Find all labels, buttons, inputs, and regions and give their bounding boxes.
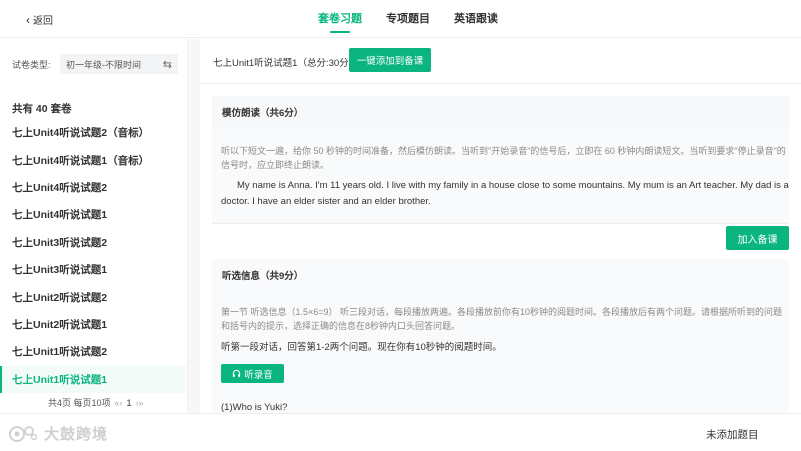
paper-list-item-active[interactable]: 七上Unit1听说试题1 xyxy=(0,365,186,393)
add-all-to-lesson-button[interactable]: 一键添加到备课 xyxy=(349,48,431,72)
prev-page-button[interactable]: «‹ xyxy=(115,398,123,408)
bottom-bar: 大鼓跨境 未添加题目 xyxy=(0,413,801,451)
next-page-button[interactable]: ›» xyxy=(136,398,144,408)
divider xyxy=(200,83,801,84)
section-title: 模仿朗读（共6分） xyxy=(212,96,789,128)
play-audio-button[interactable]: 听录音 xyxy=(221,364,284,383)
paper-title: 七上Unit1听说试题1（总分:30分） xyxy=(213,58,359,69)
paper-detail: 七上Unit1听说试题1（总分:30分） 一键添加到备课 模仿朗读（共6分） 听… xyxy=(200,39,801,413)
watermark-logo-icon xyxy=(9,425,38,442)
paper-list-item[interactable]: 七上Unit4听说试题1 xyxy=(0,201,186,228)
page-number-current[interactable]: 1 xyxy=(127,398,132,408)
paper-type-select[interactable]: 初一年级-不限时间 ⇆ xyxy=(60,54,178,74)
question-intro: 听第一段对话，回答第1-2两个问题。现在你有10秒钟的阅题时间。 xyxy=(221,342,502,353)
tab-special-topics[interactable]: 专项题目 xyxy=(386,10,430,30)
filter-value: 初一年级-不限时间 xyxy=(66,59,141,70)
back-button[interactable]: ‹ 返回 xyxy=(26,12,53,28)
paper-count: 共有 40 套卷 xyxy=(12,103,72,115)
reading-passage: My name is Anna. I'm 11 years old. I liv… xyxy=(221,180,789,207)
pagination: 共4页 每页10项 «‹ 1 ›» xyxy=(48,396,144,409)
section-instruction: 听以下短文一遍，给你 50 秒钟的时间准备，然后模仿朗读。当听到"开始录音"的信… xyxy=(221,146,786,170)
panel-divider xyxy=(188,39,200,413)
paper-list-item[interactable]: 七上Unit4听说试题1（音标） xyxy=(0,146,186,173)
section-instruction: 第一节 听选信息（1.5×6=9） 听三段对话，每段播放两遍。各段播放前你有10… xyxy=(221,307,783,331)
section-title: 听选信息（共9分） xyxy=(212,259,789,291)
paper-list-item[interactable]: 七上Unit1听说试题2 xyxy=(0,338,186,365)
paper-list-item[interactable]: 七上Unit4听说试题2 xyxy=(0,174,186,201)
tab-bar: 套卷习题 专项题目 英语跟读 xyxy=(318,10,498,33)
pagination-summary: 共4页 每页10项 xyxy=(48,398,111,408)
unadded-questions-button[interactable]: 未添加题目 xyxy=(706,427,759,442)
play-audio-label: 听录音 xyxy=(244,369,273,381)
paper-sidebar: 试卷类型: 初一年级-不限时间 ⇆ 共有 40 套卷 七上Unit4听说试题2（… xyxy=(0,39,188,413)
section-card-listening: 听选信息（共9分） 第一节 听选信息（1.5×6=9） 听三段对话，每段播放两遍… xyxy=(212,259,789,413)
top-bar: ‹ 返回 套卷习题 专项题目 英语跟读 xyxy=(0,0,801,38)
paper-list-item[interactable]: 七上Unit2听说试题1 xyxy=(0,311,186,338)
headphones-icon xyxy=(233,369,241,378)
paper-list-item[interactable]: 七上Unit4听说试题2（音标） xyxy=(0,119,186,146)
paper-list-item[interactable]: 七上Unit3听说试题2 xyxy=(0,229,186,256)
tab-full-papers[interactable]: 套卷习题 xyxy=(318,10,362,33)
watermark-text: 大鼓跨境 xyxy=(44,426,109,443)
section-card-imitation-reading: 模仿朗读（共6分） 听以下短文一遍，给你 50 秒钟的时间准备，然后模仿朗读。当… xyxy=(212,96,789,250)
watermark: 大鼓跨境 xyxy=(8,423,108,444)
filter-label: 试卷类型: xyxy=(12,59,51,70)
paper-list: 七上Unit4听说试题2（音标） 七上Unit4听说试题1（音标） 七上Unit… xyxy=(0,119,186,393)
question-text: (1)Who is Yuki? xyxy=(221,402,288,413)
paper-list-item[interactable]: 七上Unit3听说试题1 xyxy=(0,256,186,283)
paper-list-item[interactable]: 七上Unit2听说试题2 xyxy=(0,283,186,310)
paper-type-filter: 试卷类型: 初一年级-不限时间 ⇆ xyxy=(12,54,178,74)
swap-icon: ⇆ xyxy=(162,58,172,71)
add-to-lesson-button[interactable]: 加入备课 xyxy=(726,226,789,250)
section-footer: 加入备课 xyxy=(212,223,789,250)
chevron-left-icon: ‹ xyxy=(26,12,30,27)
back-label: 返回 xyxy=(33,16,53,27)
tab-english-reading[interactable]: 英语跟读 xyxy=(454,10,498,30)
